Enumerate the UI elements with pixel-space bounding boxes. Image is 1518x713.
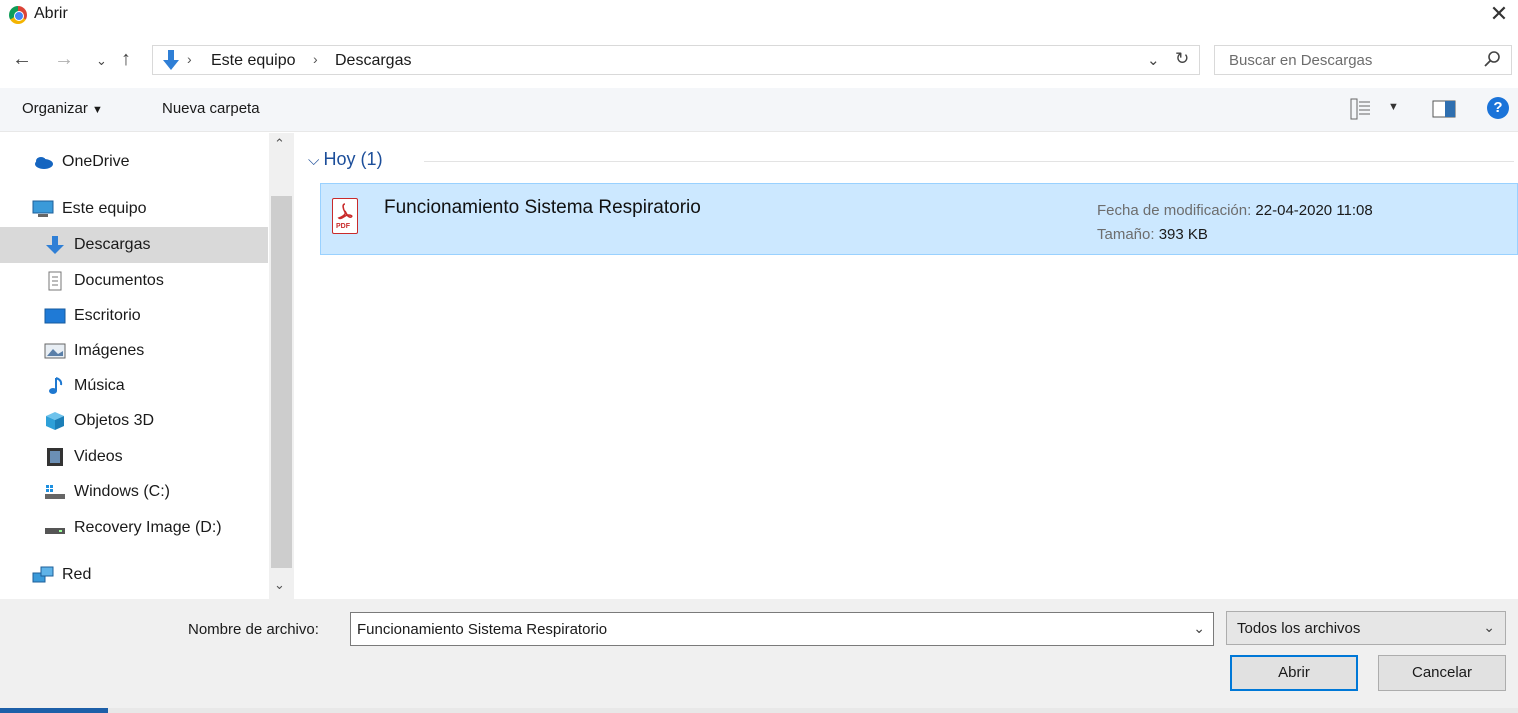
view-dropdown-icon[interactable]: ▼ [1388, 101, 1399, 113]
caret-down-icon: ▼ [92, 104, 103, 116]
window-title: Abrir [34, 5, 68, 22]
navigation-pane: OneDrive Este equipo Descargas Documento… [0, 133, 294, 599]
chevron-down-icon[interactable]: ⌄ [1147, 51, 1160, 69]
computer-icon [32, 200, 54, 217]
sidebar-item-documentos[interactable]: Documentos [0, 263, 268, 299]
scroll-thumb[interactable] [271, 196, 292, 568]
file-size: Tamaño: 393 KB [1097, 226, 1208, 243]
file-name: Funcionamiento Sistema Respiratorio [384, 197, 701, 218]
size-label: Tamaño: [1097, 226, 1155, 243]
filename-value[interactable]: Funcionamiento Sistema Respiratorio [357, 621, 607, 638]
group-header-label: Hoy (1) [323, 149, 383, 169]
chevron-right-icon: › [313, 51, 318, 67]
file-modified: Fecha de modificación: 22-04-2020 11:08 [1097, 202, 1373, 219]
download-arrow-icon [163, 50, 179, 70]
sidebar-item-label: Documentos [74, 272, 164, 289]
organize-label: Organizar [22, 100, 88, 117]
refresh-icon[interactable]: ↻ [1175, 49, 1189, 69]
open-button[interactable]: Abrir [1230, 655, 1358, 691]
filename-label: Nombre de archivo: [188, 621, 319, 638]
recent-locations-icon[interactable]: ⌄ [96, 49, 107, 73]
sidebar-item-red[interactable]: Red [0, 557, 268, 593]
close-button[interactable]: ✕ [1484, 0, 1514, 28]
search-box[interactable]: Buscar en Descargas [1214, 45, 1512, 75]
up-arrow-icon[interactable]: ↑ [121, 47, 131, 71]
pdf-file-icon: PDF [332, 198, 358, 234]
view-options-icon[interactable] [1350, 97, 1372, 121]
taskbar-start-edge [0, 708, 108, 713]
group-header[interactable]: ⌵ Hoy (1) [308, 149, 383, 170]
sidebar-item-label: Música [74, 377, 125, 394]
preview-pane-icon[interactable] [1432, 100, 1456, 118]
back-arrow-icon[interactable]: ← [12, 47, 32, 71]
taskbar-edge [0, 708, 1518, 713]
film-icon [47, 448, 63, 466]
chevron-down-icon: ⌵ [308, 152, 324, 169]
breadcrumb-descargas[interactable]: Descargas [335, 52, 411, 70]
filetype-value: Todos los archivos [1237, 620, 1361, 637]
organize-button[interactable]: Organizar ▼ [22, 100, 103, 117]
pictures-icon [44, 343, 66, 359]
cancel-button[interactable]: Cancelar [1378, 655, 1506, 691]
windows-drive-icon [45, 485, 65, 499]
chevron-down-icon: ⌄ [1483, 619, 1495, 635]
sidebar-scrollbar[interactable]: ⌃ ⌄ [269, 133, 294, 599]
sidebar-item-escritorio[interactable]: Escritorio [0, 298, 268, 334]
scroll-down-icon[interactable]: ⌄ [274, 577, 285, 593]
breadcrumb-este-equipo[interactable]: Este equipo [211, 52, 296, 70]
documents-icon [48, 271, 62, 291]
sidebar-item-label: Imágenes [74, 342, 145, 359]
sidebar-item-recovery-d[interactable]: Recovery Image (D:) [0, 510, 268, 546]
sidebar-item-label: Red [62, 566, 92, 583]
sidebar-item-videos[interactable]: Videos [0, 439, 268, 475]
help-icon[interactable]: ? [1487, 97, 1509, 119]
sidebar-item-onedrive[interactable]: OneDrive [0, 144, 268, 180]
scroll-up-icon[interactable]: ⌃ [274, 136, 285, 152]
command-toolbar: Organizar ▼ Nueva carpeta ▼ ? [0, 88, 1518, 132]
dialog-footer: Nombre de archivo: Funcionamiento Sistem… [0, 599, 1518, 713]
sidebar-item-label: Este equipo [62, 200, 147, 217]
cloud-icon [35, 157, 53, 169]
sidebar-item-label: Descargas [74, 236, 151, 253]
drive-icon [45, 528, 65, 534]
music-note-icon [49, 377, 63, 394]
desktop-icon [44, 308, 66, 324]
file-row[interactable]: PDF Funcionamiento Sistema Respiratorio … [320, 183, 1518, 255]
sidebar-item-label: OneDrive [62, 153, 130, 170]
filetype-select[interactable]: Todos los archivos ⌄ [1226, 611, 1506, 645]
sidebar-item-label: Escritorio [74, 307, 141, 324]
size-value: 393 KB [1158, 226, 1208, 243]
modified-value: 22-04-2020 11:08 [1255, 202, 1373, 219]
sidebar-item-descargas[interactable]: Descargas [0, 227, 268, 263]
sidebar-item-label: Videos [74, 448, 123, 465]
sidebar-item-label: Objetos 3D [74, 412, 155, 429]
download-arrow-icon [46, 236, 64, 254]
sidebar-item-este-equipo[interactable]: Este equipo [0, 191, 268, 227]
sidebar-item-windows-c[interactable]: Windows (C:) [0, 474, 268, 510]
address-row: ← → ⌄ ↑ › Este equipo › Descargas ⌄ ↻ Bu… [0, 40, 1518, 80]
file-list: ⌵ Hoy (1) PDF Funcionamiento Sistema Res… [296, 133, 1518, 599]
group-divider [424, 161, 1514, 162]
chevron-right-icon: › [187, 51, 192, 67]
sidebar-item-label: Windows (C:) [74, 483, 171, 500]
forward-arrow-icon[interactable]: → [54, 47, 74, 71]
search-icon[interactable] [1483, 50, 1501, 68]
sidebar-item-objetos-3d[interactable]: Objetos 3D [0, 403, 268, 439]
search-input[interactable]: Buscar en Descargas [1229, 52, 1372, 69]
sidebar-item-label: Recovery Image (D:) [74, 519, 222, 536]
chevron-down-icon[interactable]: ⌄ [1193, 620, 1205, 637]
title-bar: Abrir ✕ [0, 0, 1518, 30]
modified-label: Fecha de modificación: [1097, 202, 1252, 219]
filename-field[interactable]: Funcionamiento Sistema Respiratorio ⌄ [350, 612, 1214, 646]
sidebar-item-imagenes[interactable]: Imágenes [0, 333, 268, 369]
new-folder-button[interactable]: Nueva carpeta [162, 100, 260, 117]
address-bar[interactable]: › Este equipo › Descargas ⌄ ↻ [152, 45, 1200, 75]
sidebar-item-musica[interactable]: Música [0, 368, 268, 404]
cube-3d-icon [46, 412, 64, 430]
network-icon [32, 566, 54, 583]
chrome-icon [9, 6, 27, 24]
